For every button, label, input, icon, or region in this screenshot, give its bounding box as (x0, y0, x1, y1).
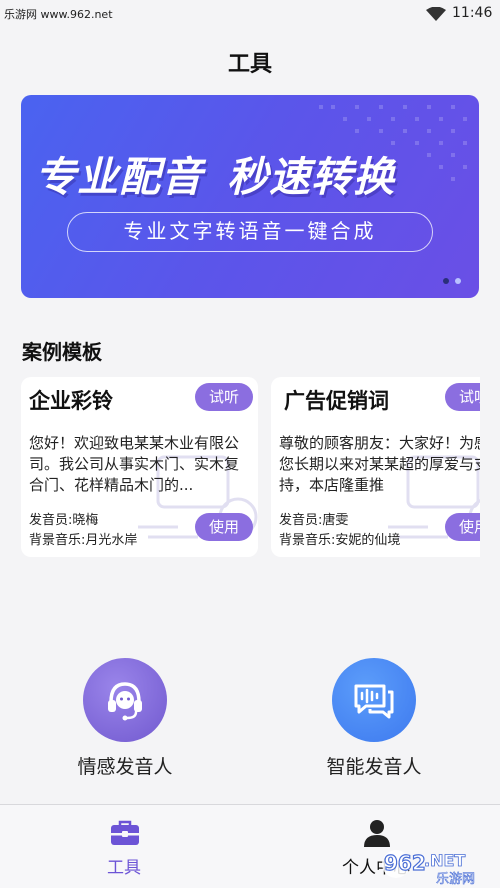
card-speaker: 发音员:晓梅 (29, 513, 99, 528)
banner-page-indicator-active (443, 278, 449, 284)
nav-label-tools: 工具 (107, 858, 141, 878)
watermark-text: 乐游网 www.962.net (4, 8, 113, 21)
watermark-number: 962 (384, 851, 426, 875)
smart-voice-button[interactable]: 智能发音人 (294, 658, 454, 778)
listen-button[interactable]: 试听 (195, 383, 253, 411)
banner-headline-left: 专业配音 (35, 153, 203, 201)
card-title: 广告促销词 (284, 389, 389, 413)
template-card[interactable]: 广告促销词 试听 尊敬的顾客朋友：大家好！为感谢您长期以来对某某超的厚爱与支持，… (271, 377, 480, 557)
feature-label: 智能发音人 (326, 756, 422, 778)
feature-circle (83, 658, 167, 742)
template-card[interactable]: 企业彩铃 试听 您好！欢迎致电某某木业有限公司。我公司从事实木门、实木复合门、花… (21, 377, 258, 557)
card-text: 尊敬的顾客朋友：大家好！为感谢您长期以来对某某超的厚爱与支持，本店隆重推 (279, 434, 480, 494)
card-music: 背景音乐:月光水岸 (29, 533, 138, 548)
nav-item-tools[interactable]: 工具 (64, 805, 184, 888)
toolbox-icon (111, 820, 139, 845)
banner-subtitle: 专业文字转语音一键合成 (67, 212, 433, 252)
use-button[interactable]: 使用 (195, 513, 253, 541)
wifi-icon (426, 7, 446, 21)
card-text: 您好！欢迎致电某某木业有限公司。我公司从事实木门、实木复合门、花样精品木门的..… (29, 434, 240, 494)
watermark-site: 乐游网 (436, 872, 475, 886)
watermark-suffix: .NET (424, 851, 465, 870)
clock: 11:46 (452, 5, 493, 21)
use-button[interactable]: 使用 (445, 513, 480, 541)
feature-label: 情感发音人 (77, 756, 173, 778)
promo-banner[interactable]: 专业配音 秒速转换 专业文字转语音一键合成 (21, 95, 479, 298)
card-speaker: 发音员:唐雯 (279, 513, 349, 528)
voice-chat-icon (354, 684, 394, 719)
section-title-templates: 案例模板 (22, 340, 102, 364)
emotional-voice-button[interactable]: 情感发音人 (45, 658, 205, 778)
card-music: 背景音乐:安妮的仙境 (279, 533, 401, 548)
status-bar: 乐游网 www.962.net 11:46 (0, 0, 500, 26)
feature-circle (332, 658, 416, 742)
page-title: 工具 (227, 52, 272, 77)
headset-icon (108, 682, 142, 721)
watermark-logo: 962 .NET 乐游网 (382, 850, 475, 886)
banner-headline-right: 秒速转换 (227, 153, 395, 201)
card-title: 企业彩铃 (29, 389, 113, 413)
banner-page-indicator (455, 278, 461, 284)
listen-button[interactable]: 试听 (445, 383, 480, 411)
banner-headline: 专业配音 秒速转换 (35, 143, 475, 203)
template-carousel[interactable]: 企业彩铃 试听 您好！欢迎致电某某木业有限公司。我公司从事实木门、实木复合门、花… (21, 377, 480, 557)
